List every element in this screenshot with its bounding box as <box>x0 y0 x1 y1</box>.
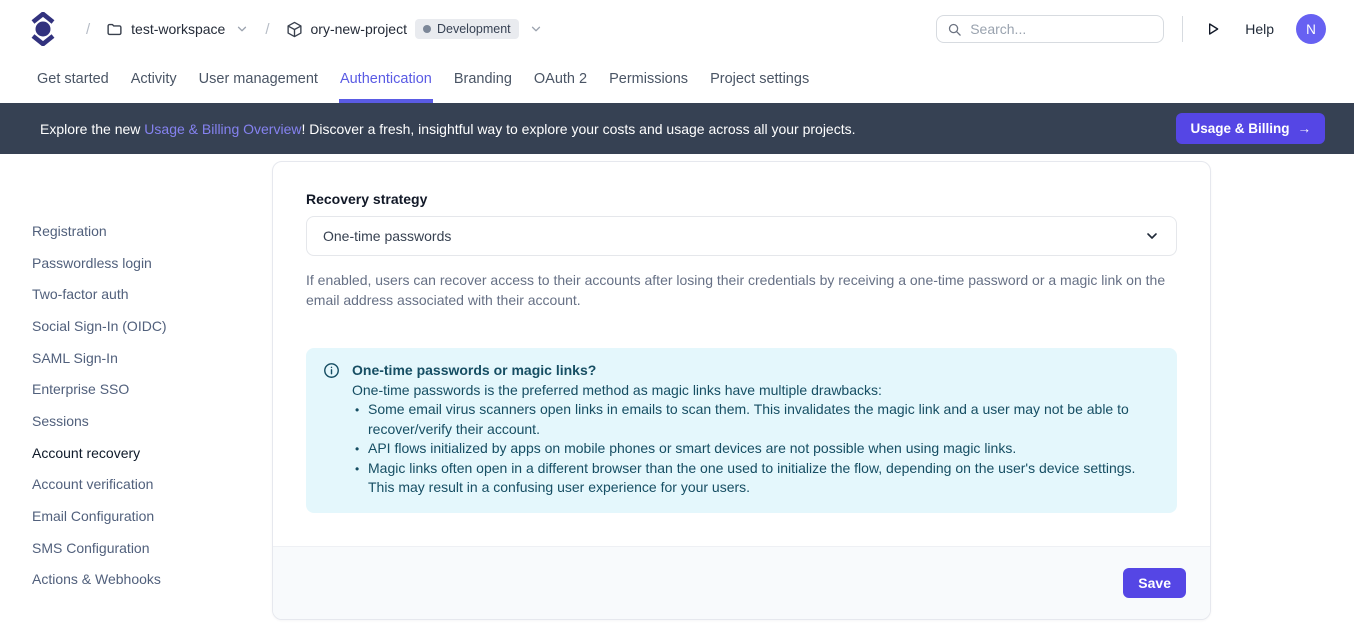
recovery-strategy-description: If enabled, users can recover access to … <box>306 270 1177 310</box>
nav-tab[interactable]: Project settings <box>709 58 810 103</box>
nav-tab-label: Activity <box>131 71 177 87</box>
recovery-strategy-label: Recovery strategy <box>306 191 1177 207</box>
sidebar-item-label: Passwordless login <box>32 255 152 271</box>
info-bullet: Some email virus scanners open links in … <box>352 400 1159 439</box>
nav-tab[interactable]: Permissions <box>608 58 689 103</box>
environment-dot-icon <box>423 25 431 33</box>
sidebar-item-label: SMS Configuration <box>32 540 150 556</box>
environment-badge: Development <box>415 19 519 39</box>
recovery-strategy-select[interactable]: One-time passwords <box>306 216 1177 256</box>
info-title: One-time passwords or magic links? <box>352 361 1159 381</box>
ory-logo-icon[interactable] <box>30 12 56 46</box>
info-icon <box>323 362 340 498</box>
nav-tab-label: Project settings <box>710 71 809 87</box>
sidebar-item-label: SAML Sign-In <box>32 350 118 366</box>
info-callout: One-time passwords or magic links? One-t… <box>306 348 1177 513</box>
nav-tab-label: Get started <box>37 71 109 87</box>
top-bar: / test-workspace / ory-new-project Devel… <box>0 0 1354 58</box>
sidebar-item[interactable]: Enterprise SSO <box>32 373 272 405</box>
header-divider <box>1182 16 1183 42</box>
sidebar-item[interactable]: Passwordless login <box>32 247 272 279</box>
chevron-down-icon <box>1144 228 1160 244</box>
nav-tab-label: Authentication <box>340 71 432 87</box>
info-bullet-list: Some email virus scanners open links in … <box>352 400 1159 498</box>
environment-label: Development <box>437 22 511 36</box>
save-button[interactable]: Save <box>1123 568 1186 598</box>
nav-tab-label: User management <box>199 71 318 87</box>
usage-billing-banner: Explore the new Usage & Billing Overview… <box>0 103 1354 154</box>
sidebar-item[interactable]: Actions & Webhooks <box>32 564 272 596</box>
play-icon[interactable] <box>1205 21 1221 37</box>
card-body: Recovery strategy One-time passwords If … <box>273 162 1210 546</box>
usage-billing-button-label: Usage & Billing <box>1190 121 1289 136</box>
nav-tab-label: Permissions <box>609 71 688 87</box>
usage-billing-button[interactable]: Usage & Billing → <box>1176 113 1325 144</box>
info-bullet: Magic links often open in a different br… <box>352 459 1159 498</box>
sidebar-item[interactable]: Account recovery <box>32 437 272 469</box>
sidebar-item[interactable]: Email Configuration <box>32 500 272 532</box>
account-recovery-card: Recovery strategy One-time passwords If … <box>272 161 1211 620</box>
package-icon <box>286 21 303 38</box>
sidebar-item-label: Two-factor auth <box>32 286 129 302</box>
avatar[interactable]: N <box>1296 14 1326 44</box>
sidebar-item-label: Actions & Webhooks <box>32 571 161 587</box>
nav-tab[interactable]: User management <box>198 58 319 103</box>
sidebar-item[interactable]: Social Sign-In (OIDC) <box>32 310 272 342</box>
nav-tab[interactable]: Activity <box>130 58 178 103</box>
settings-sidebar: Registration Passwordless login Two-fact… <box>0 154 272 625</box>
search-box[interactable] <box>936 15 1164 43</box>
banner-text-suffix: ! Discover a fresh, insightful way to ex… <box>301 121 855 137</box>
sidebar-item[interactable]: Sessions <box>32 405 272 437</box>
sidebar-item-label: Account recovery <box>32 445 140 461</box>
card-footer: Save <box>273 546 1210 619</box>
nav-tab[interactable]: Get started <box>36 58 110 103</box>
sidebar-item-label: Registration <box>32 223 107 239</box>
chevron-down-icon <box>235 22 249 36</box>
sidebar-item-label: Email Configuration <box>32 508 154 524</box>
info-bullet: API flows initialized by apps on mobile … <box>352 439 1159 459</box>
project-nav-tabs: Get started Activity User management Aut… <box>0 58 1354 103</box>
arrow-right-icon: → <box>1298 121 1312 136</box>
workspace-name: test-workspace <box>131 21 225 37</box>
banner-text: Explore the new Usage & Billing Overview… <box>40 121 856 137</box>
info-intro: One-time passwords is the preferred meth… <box>352 381 1159 401</box>
sidebar-item[interactable]: Account verification <box>32 469 272 501</box>
breadcrumb-separator: / <box>265 21 269 38</box>
sidebar-item[interactable]: Registration <box>32 215 272 247</box>
sidebar-item-label: Account verification <box>32 476 153 492</box>
breadcrumb-project[interactable]: ory-new-project Development <box>286 19 543 39</box>
sidebar-item-label: Sessions <box>32 413 89 429</box>
sidebar-item[interactable]: Two-factor auth <box>32 278 272 310</box>
content-area: Registration Passwordless login Two-fact… <box>0 154 1354 625</box>
sidebar-item[interactable]: SAML Sign-In <box>32 342 272 374</box>
nav-tab[interactable]: Branding <box>453 58 513 103</box>
recovery-strategy-selected-value: One-time passwords <box>323 228 451 244</box>
banner-text-prefix: Explore the new <box>40 121 144 137</box>
usage-billing-overview-link[interactable]: Usage & Billing Overview <box>144 121 301 137</box>
folder-icon <box>106 21 123 38</box>
breadcrumb-separator: / <box>86 21 90 38</box>
search-icon <box>947 22 962 37</box>
search-input[interactable] <box>970 21 1153 37</box>
sidebar-item[interactable]: SMS Configuration <box>32 532 272 564</box>
sidebar-item-label: Social Sign-In (OIDC) <box>32 318 167 334</box>
project-name: ory-new-project <box>311 21 407 37</box>
nav-tab[interactable]: Authentication <box>339 58 433 103</box>
info-content: One-time passwords or magic links? One-t… <box>352 361 1159 498</box>
sidebar-item-label: Enterprise SSO <box>32 381 129 397</box>
nav-tab[interactable]: OAuth 2 <box>533 58 588 103</box>
chevron-down-icon <box>529 22 543 36</box>
breadcrumb-workspace[interactable]: test-workspace <box>106 21 249 38</box>
help-link[interactable]: Help <box>1245 21 1274 37</box>
nav-tab-label: OAuth 2 <box>534 71 587 87</box>
nav-tab-label: Branding <box>454 71 512 87</box>
